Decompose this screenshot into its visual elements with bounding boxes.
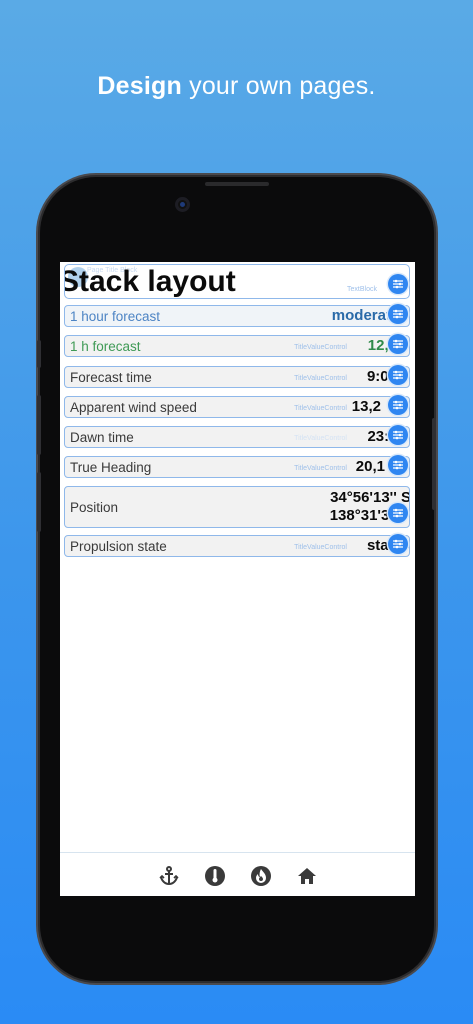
row-label: Position (70, 500, 119, 515)
row-type-tag: TitleValueControl (294, 405, 347, 412)
row-settings-icon[interactable] (388, 534, 408, 554)
row-label: 1 hour forecast (70, 309, 161, 324)
phone-side-button (37, 340, 41, 368)
row-hour-forecast[interactable]: 1 hour forecast moderate rain (64, 305, 410, 327)
phone-power-button (432, 418, 436, 510)
row-position[interactable]: Position 34°56'13'' S 138°31'31'' E (64, 486, 410, 528)
promo-headline-bold: Design (97, 72, 182, 100)
row-value: 13,2 (351, 398, 381, 415)
title-settings-icon[interactable] (388, 274, 408, 294)
row-true-heading[interactable]: True Heading TitleValueControl 20,1 (64, 456, 410, 478)
row-type-tag: TitleValueControl (294, 344, 347, 351)
promo-headline-rest: your own pages. (181, 72, 376, 100)
row-value: 20,1 (355, 458, 385, 475)
flame-icon[interactable] (250, 865, 272, 887)
home-icon[interactable] (296, 865, 318, 887)
row-type-tag: TitleValueControl (294, 544, 347, 551)
thermometer-icon[interactable] (204, 865, 226, 887)
promo-headline: Design your own pages. (0, 72, 473, 101)
row-label: Dawn time (70, 430, 134, 445)
phone-camera (175, 197, 190, 212)
row-settings-icon[interactable] (388, 395, 408, 415)
row-settings-icon[interactable] (388, 334, 408, 354)
row-settings-icon[interactable] (388, 425, 408, 445)
row-type-tag: TitleValueControl (294, 435, 347, 442)
app-screen: Page Title Block Stack layout TextBlock … (60, 262, 415, 896)
phone-volume-down (37, 472, 41, 532)
title-tag: TextBlock (347, 286, 377, 293)
row-settings-icon[interactable] (388, 365, 408, 385)
row-label: Forecast time (70, 370, 152, 385)
row-propulsion-state[interactable]: Propulsion state TitleValueControl start… (64, 535, 410, 557)
row-label: Propulsion state (70, 539, 167, 554)
row-apparent-wind-speed[interactable]: Apparent wind speed TitleValueControl 13… (64, 396, 410, 418)
row-settings-icon[interactable] (388, 503, 408, 523)
row-settings-icon[interactable] (388, 455, 408, 475)
row-type-tag: TitleValueControl (294, 375, 347, 382)
row-label: 1 h forecast (70, 339, 141, 354)
phone-speaker (205, 182, 269, 186)
row-type-tag: TitleValueControl (294, 465, 347, 472)
row-forecast-time[interactable]: Forecast time TitleValueControl 9:00 (64, 366, 410, 388)
page-title: Stack layout (64, 265, 236, 298)
phone-volume-up (37, 395, 41, 455)
row-settings-icon[interactable] (388, 304, 408, 324)
bottom-navigation (60, 852, 415, 896)
row-label: Apparent wind speed (70, 400, 197, 415)
row-h-forecast[interactable]: 1 h forecast TitleValueControl 12,9 (64, 335, 410, 357)
row-label: True Heading (70, 460, 152, 475)
anchor-icon[interactable] (158, 865, 180, 887)
row-dawn-time[interactable]: Dawn time TitleValueControl 23:11 (64, 426, 410, 448)
page-title-block[interactable]: Page Title Block Stack layout TextBlock (64, 264, 410, 299)
